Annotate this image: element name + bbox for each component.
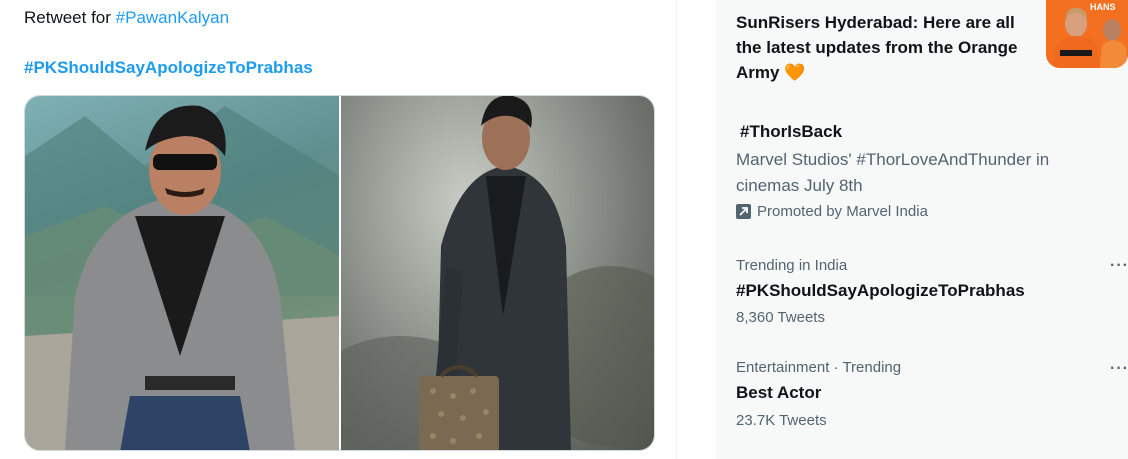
more-options-icon[interactable]: ··· [1110, 360, 1128, 378]
more-options-icon[interactable]: ··· [1110, 257, 1128, 275]
svg-text:HANS: HANS [1090, 2, 1116, 12]
hashtag-link-pawankalyan[interactable]: #PawanKalyan [116, 8, 229, 27]
trend-context: Entertainment · Trending [736, 359, 902, 376]
left-photo-illustration [25, 105, 339, 450]
trend-item-pkshouldsayapologizetoprabhas[interactable]: Trending in India #PKShouldSayApologizeT… [716, 245, 1128, 345]
hashtag-link-pkshouldsayapologizetoprabhas[interactable]: #PKShouldSayApologizeToPrabhas [24, 58, 313, 78]
twitter-page: Retweet for #PawanKalyan #PKShouldSayApo… [0, 0, 1128, 459]
tweet[interactable]: Retweet for #PawanKalyan #PKShouldSayApo… [0, 0, 677, 459]
promoted-text: Promoted by Marvel India [757, 203, 928, 220]
promoted-arrow-icon [736, 204, 751, 219]
trend-name: #ThorIsBack [740, 122, 843, 141]
team-photo-thumbnail: HANS [1046, 0, 1128, 68]
trend-description: Marvel Studios' #ThorLoveAndThunder in c… [736, 150, 1050, 195]
trend-name: #PKShouldSayApologizeToPrabhas [736, 281, 1025, 300]
team-photo-illustration: HANS [1046, 0, 1128, 68]
news-title: SunRisers Hyderabad: Here are all the la… [736, 13, 1018, 82]
trend-item-thorisback[interactable]: #ThorIsBack Marvel Studios' #ThorLoveAnd… [716, 102, 1128, 230]
right-photo-illustration [341, 96, 654, 450]
tweet-text-line-1: Retweet for #PawanKalyan [24, 8, 229, 28]
trend-item-best-actor[interactable]: Entertainment · Trending Best Actor 23.7… [716, 348, 1128, 448]
promoted-label: Promoted by Marvel India [736, 203, 928, 220]
whats-happening-sidebar: SunRisers Hyderabad: Here are all the la… [716, 0, 1128, 459]
trend-tweet-count: 23.7K Tweets [736, 412, 827, 429]
man-in-suit-with-briefcase-photo[interactable] [341, 96, 654, 450]
trend-tweet-count: 8,360 Tweets [736, 309, 825, 326]
tweet-text-prefix: Retweet for [24, 8, 116, 27]
trend-context: Trending in India [736, 257, 848, 274]
man-in-grey-blazer-sunglasses-photo[interactable] [25, 96, 339, 450]
news-item-sunrisers[interactable]: SunRisers Hyderabad: Here are all the la… [716, 0, 1128, 102]
tweet-media [24, 95, 655, 451]
trend-name: Best Actor [736, 383, 822, 402]
